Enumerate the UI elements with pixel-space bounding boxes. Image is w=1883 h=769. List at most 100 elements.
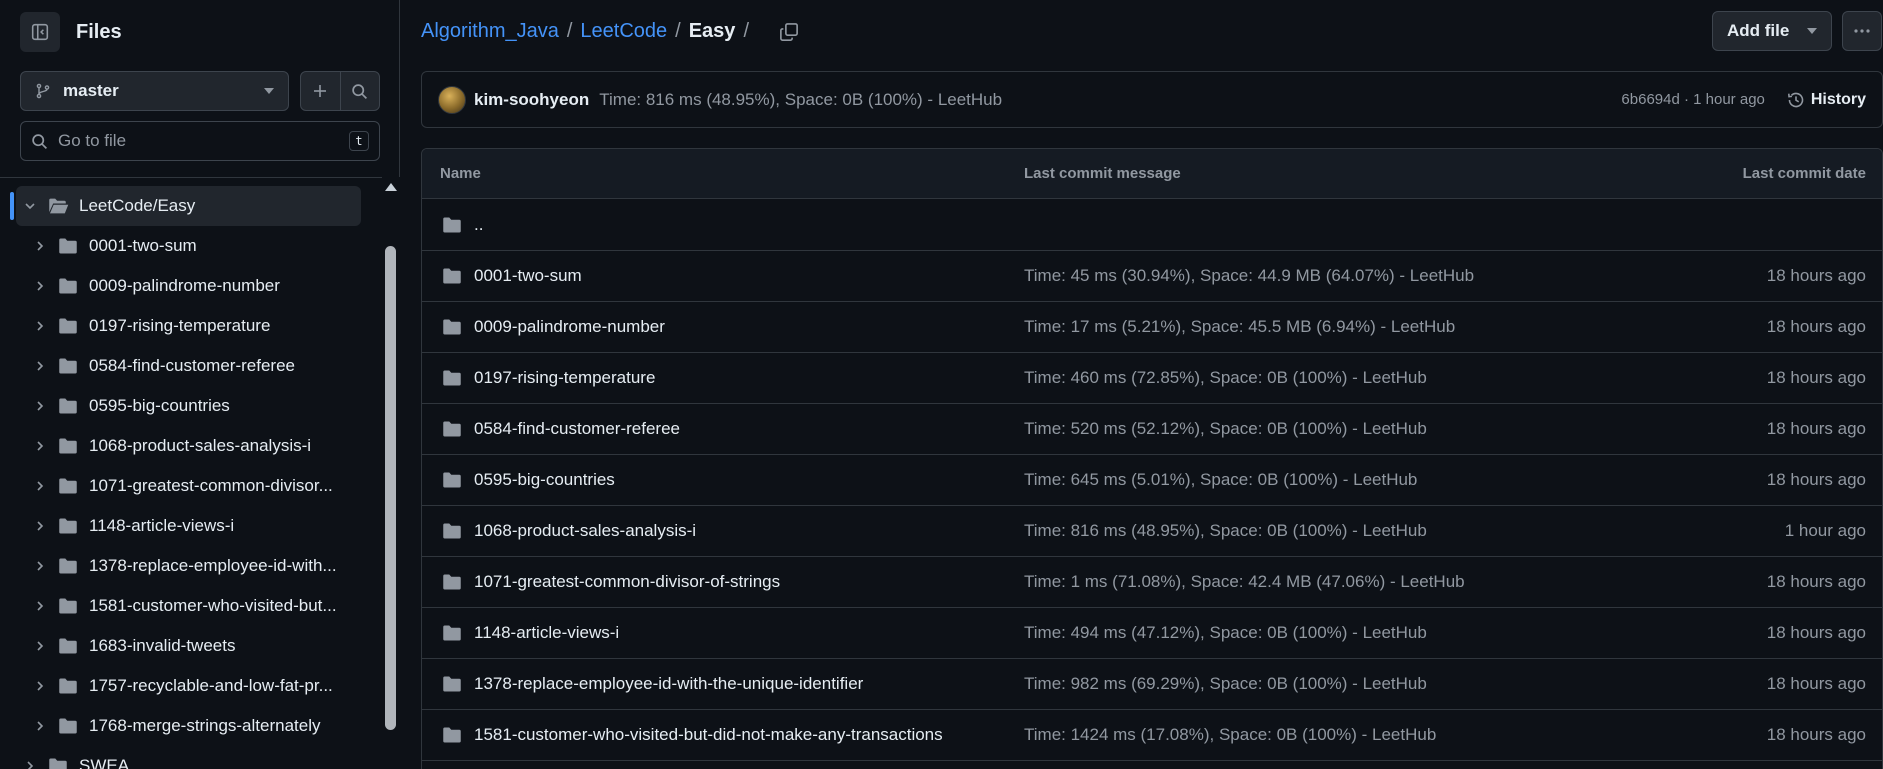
file-name-link[interactable]: 1071-greatest-common-divisor-of-strings [474,572,780,592]
branch-selector-button[interactable]: master [20,71,289,111]
chevron-right-icon[interactable] [34,600,46,612]
chevron-right-icon[interactable] [34,520,46,532]
tree-item[interactable]: LeetCode/Easy [0,186,382,226]
chevron-right-icon[interactable] [34,640,46,652]
parent-directory-row[interactable]: .. [422,200,1882,251]
tree-item[interactable]: 1068-product-sales-analysis-i [0,426,382,466]
avatar[interactable] [438,85,466,114]
commit-message-link[interactable]: Time: 45 ms (30.94%), Space: 44.9 MB (64… [1024,266,1474,286]
file-name-link[interactable]: 1378-replace-employee-id-with-the-unique… [474,674,863,694]
chevron-down-icon[interactable] [24,200,36,212]
chevron-right-icon[interactable] [34,400,46,412]
tree-item[interactable]: 0009-palindrome-number [0,266,382,306]
add-file-button[interactable] [301,72,340,110]
tree-item-label: 1683-invalid-tweets [89,636,236,655]
tree-item[interactable]: 1757-recyclable-and-low-fat-pr... [0,666,382,706]
tree-item[interactable]: 1768-merge-strings-alternately [0,706,382,746]
commit-message-link[interactable]: Time: 17 ms (5.21%), Space: 45.5 MB (6.9… [1024,317,1455,337]
tree-item[interactable]: 1378-replace-employee-id-with... [0,546,382,586]
chevron-right-icon[interactable] [34,480,46,492]
commit-author[interactable]: kim-soohyeon [474,90,589,110]
table-row[interactable]: 1378-replace-employee-id-with-the-unique… [422,659,1882,710]
commit-message-link[interactable]: Time: 1424 ms (17.08%), Space: 0B (100%)… [1024,725,1436,745]
tree-item[interactable]: 1581-customer-who-visited-but... [0,586,382,626]
tree-item[interactable]: 0197-rising-temperature [0,306,382,346]
tree-item[interactable]: 1683-invalid-tweets [0,626,382,666]
copy-path-icon[interactable] [779,22,799,42]
breadcrumb-folder-link[interactable]: LeetCode [580,20,667,43]
tree-item[interactable]: 0001-two-sum [0,226,382,266]
table-row[interactable]: 1581-customer-who-visited-but-did-not-ma… [422,710,1882,761]
commit-message[interactable]: Time: 816 ms (48.95%), Space: 0B (100%) … [599,90,1621,110]
add-file-label: Add file [1727,21,1790,40]
chevron-right-icon[interactable] [34,680,46,692]
commit-date: 18 hours ago [1766,368,1866,387]
history-button[interactable]: History [1787,91,1866,109]
sidebar-actions [300,71,380,111]
search-button[interactable] [339,72,379,110]
breadcrumb-repo-link[interactable]: Algorithm_Java [421,20,559,43]
table-row[interactable]: 0595-big-countries Time: 645 ms (5.01%), … [422,455,1882,506]
folder-icon [442,267,462,285]
tree-item-label: 0009-palindrome-number [89,276,280,295]
table-row[interactable]: 0001-two-sum Time: 45 ms (30.94%), Space:… [422,251,1882,302]
go-to-file-input[interactable] [58,131,349,151]
folder-icon [58,677,78,695]
keyboard-shortcut-hint: t [349,131,369,151]
folder-icon [58,237,78,255]
commit-date: 18 hours ago [1766,572,1866,591]
chevron-right-icon[interactable] [34,440,46,452]
breadcrumb-separator: / [743,20,749,42]
sidebar-toggle-button[interactable] [20,12,60,52]
table-row[interactable]: 0197-rising-temperature Time: 460 ms (72.… [422,353,1882,404]
breadcrumb: Algorithm_Java / LeetCode / Easy / [421,20,799,43]
commit-message-link[interactable]: Time: 982 ms (69.29%), Space: 0B (100%) … [1024,674,1427,694]
commit-message-link[interactable]: Time: 460 ms (72.85%), Space: 0B (100%) … [1024,368,1427,388]
history-icon [1787,91,1811,109]
table-row[interactable]: 0584-find-customer-referee Time: 520 ms (… [422,404,1882,455]
file-name-link[interactable]: 1068-product-sales-analysis-i [474,521,696,541]
commit-message-link[interactable]: Time: 1 ms (71.08%), Space: 42.4 MB (47.… [1024,572,1465,592]
scroll-up-arrow-icon[interactable] [385,183,397,191]
table-row[interactable]: 0009-palindrome-number Time: 17 ms (5.21%… [422,302,1882,353]
commit-sha-time[interactable]: 6b6694d · 1 hour ago [1621,91,1764,108]
main-content: Algorithm_Java / LeetCode / Easy / Add f… [401,0,1883,769]
file-name-link[interactable]: 0001-two-sum [474,266,582,286]
file-name-link[interactable]: 0584-find-customer-referee [474,419,680,439]
chevron-right-icon[interactable] [34,280,46,292]
go-to-file-field[interactable]: t [20,121,380,161]
tree-item[interactable]: 0595-big-countries [0,386,382,426]
tree-item[interactable]: 1148-article-views-i [0,506,382,546]
commit-message-link[interactable]: Time: 645 ms (5.01%), Space: 0B (100%) -… [1024,470,1417,490]
tree-item-label: 1757-recyclable-and-low-fat-pr... [89,676,333,695]
tree-item[interactable]: SWEA [0,746,382,769]
file-name-link[interactable]: 0595-big-countries [474,470,615,490]
chevron-right-icon[interactable] [34,560,46,572]
tree-item[interactable]: 1071-greatest-common-divisor... [0,466,382,506]
file-name-link[interactable]: 0197-rising-temperature [474,368,655,388]
chevron-down-icon [1807,28,1817,34]
commit-message-link[interactable]: Time: 494 ms (47.12%), Space: 0B (100%) … [1024,623,1427,643]
chevron-right-icon[interactable] [34,320,46,332]
chevron-right-icon[interactable] [24,760,36,769]
chevron-down-icon [264,88,274,94]
chevron-right-icon[interactable] [34,360,46,372]
table-row[interactable]: 1148-article-views-i Time: 494 ms (47.12%… [422,608,1882,659]
table-row[interactable]: 1071-greatest-common-divisor-of-strings T… [422,557,1882,608]
tree-scrollbar-thumb[interactable] [385,246,396,730]
commit-message-link[interactable]: Time: 520 ms (52.12%), Space: 0B (100%) … [1024,419,1427,439]
tree-item[interactable]: 0584-find-customer-referee [0,346,382,386]
commit-message-link[interactable]: Time: 816 ms (48.95%), Space: 0B (100%) … [1024,521,1427,541]
file-name-link[interactable]: 1148-article-views-i [474,623,619,643]
parent-directory-link[interactable]: .. [474,215,483,235]
folder-icon [48,757,68,769]
file-name-link[interactable]: 1581-customer-who-visited-but-did-not-ma… [474,725,943,745]
sidebar-title: Files [76,20,122,43]
chevron-right-icon[interactable] [34,240,46,252]
more-options-button[interactable] [1842,11,1882,51]
file-name-link[interactable]: 0009-palindrome-number [474,317,665,337]
add-file-dropdown-button[interactable]: Add file [1712,11,1832,51]
chevron-right-icon[interactable] [34,720,46,732]
table-row[interactable]: 1068-product-sales-analysis-i Time: 816 m… [422,506,1882,557]
folder-icon [58,597,78,615]
